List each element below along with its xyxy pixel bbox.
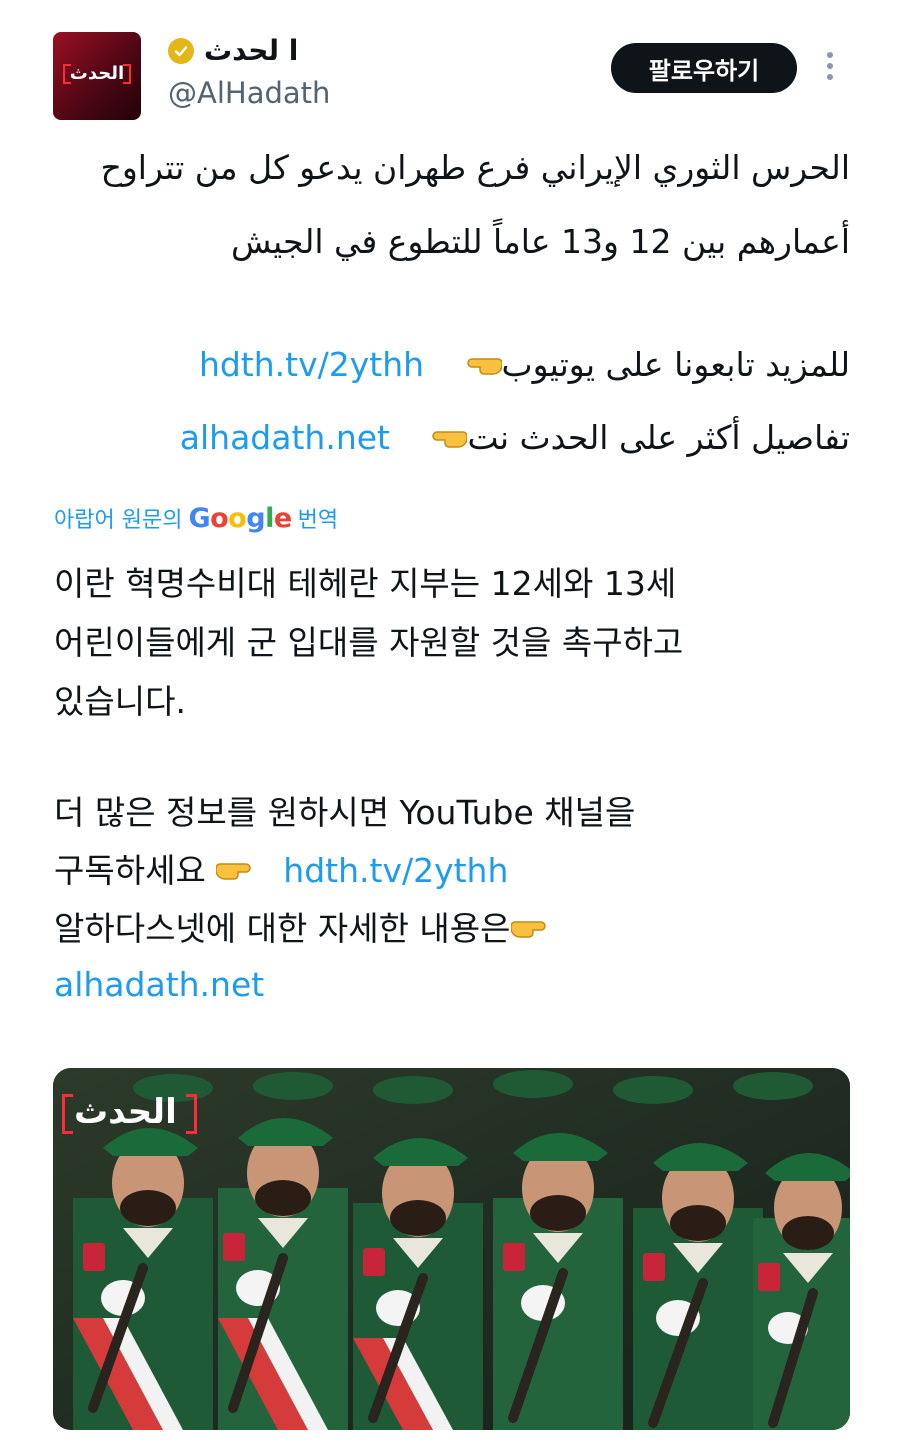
verified-badge-icon: [168, 38, 194, 64]
translation-line-7: alhadath.net: [54, 957, 854, 1013]
details-text: 알하다스넷에 대한 자세한 내용은: [54, 909, 511, 948]
pointing-hand-icon: [215, 845, 262, 901]
pointing-hand-icon: [456, 345, 503, 388]
translation-prefix: 아랍어 원문의: [54, 508, 183, 533]
translation-line-1: 이란 혁명수비대 테헤란 지부는 12세와 13세: [54, 564, 677, 603]
more-options-icon[interactable]: [822, 52, 838, 84]
youtube-link-translated[interactable]: hdth.tv/2ythh: [283, 851, 508, 890]
tweet-site-line: تفاصيل أكثر على الحدث نت alhadath.net: [40, 418, 850, 461]
user-handle[interactable]: @AlHadath: [168, 76, 330, 110]
avatar-bracket-right: [123, 64, 131, 84]
avatar[interactable]: الحدث: [53, 32, 141, 120]
name-row: ا لحدث: [168, 36, 298, 66]
subscribe-text: 구독하세요: [54, 851, 206, 890]
tweet-youtube-line: للمزيد تابعونا على يوتيوب hdth.tv/2ythh: [40, 345, 850, 388]
translation-attribution[interactable]: 아랍어 원문의 Google 번역: [54, 500, 338, 536]
translation-suffix: 번역: [297, 508, 339, 533]
follow-button[interactable]: 팔로우하기: [611, 43, 797, 93]
tweet-text-line-1: الحرس الثوري الإيراني فرع طهران يدعو كل …: [100, 148, 850, 187]
youtube-text: للمزيد تابعونا على يوتيوب: [501, 345, 850, 384]
avatar-logo-text: الحدث: [69, 63, 125, 84]
tweet-text-line-2: أعمارهم بين 12 و13 عاماً للتطوع في الجيش: [230, 222, 850, 261]
display-name[interactable]: ا لحدث: [204, 36, 298, 66]
site-link[interactable]: alhadath.net: [180, 418, 390, 457]
translation-line-2: 어린이들에게 군 입대를 자원할 것을 촉구하고: [54, 623, 684, 662]
google-logo: Google: [188, 502, 292, 534]
tweet-header: الحدث ا لحدث @AlHadath 팔로우하기: [0, 0, 900, 140]
youtube-link[interactable]: hdth.tv/2ythh: [199, 345, 424, 384]
pointing-hand-icon: [509, 903, 557, 959]
media-watermark-logo: الحدث: [74, 1092, 177, 1132]
site-text: تفاصيل أكثر على الحدث نت: [467, 418, 850, 457]
translation-line-5: 구독하세요 hdth.tv/2ythh: [54, 843, 854, 901]
translation-line-6: 알하다스넷에 대한 자세한 내용은: [54, 901, 854, 959]
translation-line-4: 더 많은 정보를 원하시면 YouTube 채널을: [54, 793, 636, 832]
pointing-hand-icon: [421, 418, 469, 461]
media-logo-bracket-right: [186, 1094, 197, 1134]
translation-line-3: 있습니다.: [54, 682, 186, 721]
site-link-translated[interactable]: alhadath.net: [54, 965, 264, 1004]
